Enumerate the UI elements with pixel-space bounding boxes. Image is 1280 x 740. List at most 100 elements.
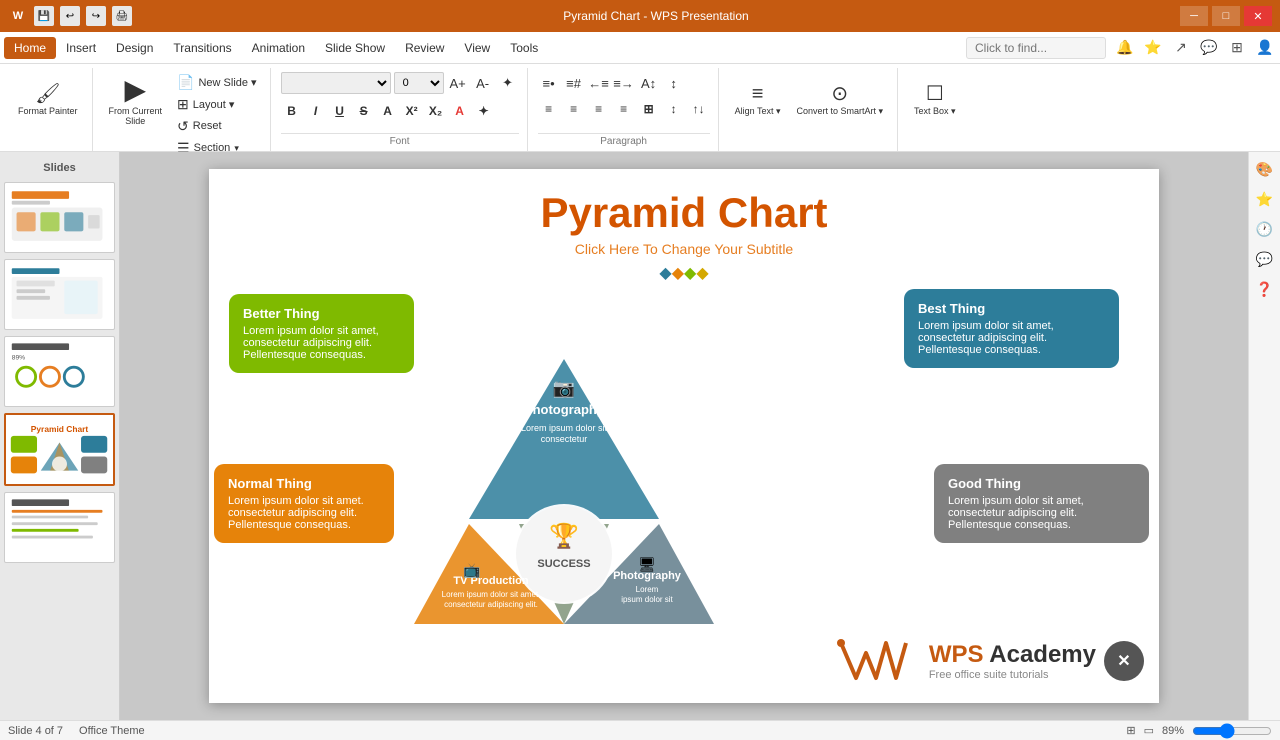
- text-shadow-button[interactable]: A: [377, 100, 399, 122]
- pyramid-diagram: 🏆 SUCCESS Photography Lorem ipsum dolor …: [339, 339, 789, 679]
- help-sidebar-icon[interactable]: ❓: [1252, 276, 1278, 302]
- increase-font-button[interactable]: A+: [447, 72, 469, 94]
- history-sidebar-icon[interactable]: 🕐: [1252, 216, 1278, 242]
- star-icon[interactable]: ⭐: [1142, 37, 1164, 59]
- align-left-button[interactable]: ≡: [538, 98, 560, 120]
- maximize-button[interactable]: □: [1212, 6, 1240, 26]
- new-slide-icon: 📄: [177, 75, 194, 89]
- clipboard-content: 🖌 Format Painter: [12, 72, 84, 147]
- decrease-indent-button[interactable]: ←≡: [588, 72, 610, 94]
- share-icon[interactable]: ↗: [1170, 37, 1192, 59]
- justify-button[interactable]: ≡: [613, 98, 635, 120]
- layout-button[interactable]: ⊞ Layout ▾: [172, 94, 262, 114]
- strikethrough-button[interactable]: S: [353, 100, 375, 122]
- paragraph-content: ≡• ≡# ←≡ ≡→ A↕ ↕ ≡ ≡ ≡ ≡ ⊞ ↕ ↑↓: [538, 72, 710, 131]
- account-icon[interactable]: 👤: [1254, 37, 1276, 59]
- align-center-button[interactable]: ≡: [563, 98, 585, 120]
- slides-content: ▶ From CurrentSlide 📄 New Slide ▾ ⊞ Layo…: [103, 72, 262, 158]
- menu-home[interactable]: Home: [4, 37, 56, 59]
- comment-icon[interactable]: 💬: [1198, 37, 1220, 59]
- menu-search-input[interactable]: [966, 37, 1106, 59]
- svg-text:ipsum dolor sit: ipsum dolor sit: [621, 595, 673, 604]
- font-row: 0 A+ A- ✦: [281, 72, 519, 94]
- menu-animation[interactable]: Animation: [242, 37, 315, 59]
- font-color-button[interactable]: A: [449, 100, 471, 122]
- highlight-button[interactable]: ✦: [473, 100, 495, 122]
- textbox-label: Text Box ▾: [914, 106, 956, 117]
- slide-controls-col: 📄 New Slide ▾ ⊞ Layout ▾ ↺ Reset ☰ Secti…: [172, 72, 262, 158]
- minimize-button[interactable]: ─: [1180, 6, 1208, 26]
- format-painter-label: Format Painter: [18, 106, 78, 116]
- bold-button[interactable]: B: [281, 100, 303, 122]
- slide-panel: Slides: [0, 152, 120, 720]
- new-slide-button[interactable]: 📄 New Slide ▾: [172, 72, 262, 92]
- align-right-button[interactable]: ≡: [588, 98, 610, 120]
- menu-view[interactable]: View: [454, 37, 500, 59]
- clear-format-button[interactable]: ✦: [497, 72, 519, 94]
- sort-button[interactable]: ↕: [663, 72, 685, 94]
- close-button[interactable]: ✕: [1244, 6, 1272, 26]
- design-sidebar-icon[interactable]: 🎨: [1252, 156, 1278, 182]
- columns-button[interactable]: ⊞: [638, 98, 660, 120]
- italic-button[interactable]: I: [305, 100, 327, 122]
- grid-icon[interactable]: ⊞: [1226, 37, 1248, 59]
- redo-icon[interactable]: ↪: [86, 6, 106, 26]
- line-spacing-button[interactable]: ↕: [663, 98, 685, 120]
- ribbon-group-slides: ▶ From CurrentSlide 📄 New Slide ▾ ⊞ Layo…: [95, 68, 271, 151]
- numbered-list-button[interactable]: ≡#: [563, 72, 585, 94]
- underline-button[interactable]: U: [329, 100, 351, 122]
- bell-icon[interactable]: 🔔: [1114, 37, 1136, 59]
- theme-status: Office Theme: [79, 725, 145, 737]
- paragraph-group-label: Paragraph: [538, 133, 710, 147]
- from-current-slide-button[interactable]: ▶ From CurrentSlide: [103, 72, 169, 130]
- increase-indent-button[interactable]: ≡→: [613, 72, 635, 94]
- slide-thumb-1[interactable]: [4, 182, 115, 253]
- layout-icon: ⊞: [177, 97, 189, 111]
- format-painter-button[interactable]: 🖌 Format Painter: [12, 72, 84, 128]
- slide-thumb-4[interactable]: Pyramid Chart: [4, 413, 115, 486]
- bullet-list-button[interactable]: ≡•: [538, 72, 560, 94]
- print-icon[interactable]: 🖨: [112, 6, 132, 26]
- view-normal-icon[interactable]: ⊞: [1126, 724, 1135, 737]
- font-content: 0 A+ A- ✦ B I U S A X² X₂ A ✦: [281, 72, 519, 131]
- svg-text:Photography: Photography: [524, 402, 605, 417]
- para-spacing-button[interactable]: ↑↓: [688, 98, 710, 120]
- comment-sidebar-icon[interactable]: 💬: [1252, 246, 1278, 272]
- menu-slideshow[interactable]: Slide Show: [315, 37, 395, 59]
- status-bar: Slide 4 of 7 Office Theme ⊞ ▭ 89%: [0, 720, 1280, 740]
- convert-smartart-button[interactable]: ⊙ Convert to SmartArt ▾: [790, 72, 889, 128]
- svg-text:Lorem ipsum dolor sit amet,: Lorem ipsum dolor sit amet,: [442, 590, 541, 599]
- font-family-select[interactable]: [281, 72, 391, 94]
- title-bar-icons: W 💾 ↩ ↪ 🖨: [8, 6, 132, 26]
- slide-thumb-3[interactable]: 89%: [4, 336, 115, 407]
- slide-thumb-4-inner: Pyramid Chart: [8, 417, 111, 482]
- window-title: Pyramid Chart - WPS Presentation: [140, 9, 1172, 23]
- menu-transitions[interactable]: Transitions: [163, 37, 241, 59]
- canvas-area: Pyramid Chart Click Here To Change Your …: [120, 152, 1248, 720]
- decrease-font-button[interactable]: A-: [472, 72, 494, 94]
- slide-thumb-2[interactable]: [4, 259, 115, 330]
- text-box-button[interactable]: ☐ Text Box ▾: [908, 72, 962, 128]
- reset-label: Reset: [193, 120, 222, 132]
- font-group-label: Font: [281, 133, 519, 147]
- font-size-select[interactable]: 0: [394, 72, 444, 94]
- app-icon: W: [8, 6, 28, 26]
- view-slide-icon[interactable]: ▭: [1144, 724, 1154, 737]
- main-area: Slides: [0, 152, 1280, 720]
- superscript-button[interactable]: X²: [401, 100, 423, 122]
- reset-button[interactable]: ↺ Reset: [172, 116, 262, 136]
- slide-canvas[interactable]: Pyramid Chart Click Here To Change Your …: [209, 169, 1159, 703]
- menu-review[interactable]: Review: [395, 37, 454, 59]
- menu-insert[interactable]: Insert: [56, 37, 106, 59]
- menu-design[interactable]: Design: [106, 37, 163, 59]
- wps-close-circle[interactable]: ✕: [1104, 641, 1144, 681]
- zoom-slider[interactable]: [1192, 725, 1272, 737]
- text-dir-button[interactable]: A↕: [638, 72, 660, 94]
- menu-tools[interactable]: Tools: [500, 37, 548, 59]
- save-icon[interactable]: 💾: [34, 6, 54, 26]
- undo-icon[interactable]: ↩: [60, 6, 80, 26]
- slide-thumb-5[interactable]: [4, 492, 115, 563]
- star-sidebar-icon[interactable]: ⭐: [1252, 186, 1278, 212]
- subscript-button[interactable]: X₂: [425, 100, 447, 122]
- align-text-button[interactable]: ≡ Align Text ▾: [729, 72, 787, 128]
